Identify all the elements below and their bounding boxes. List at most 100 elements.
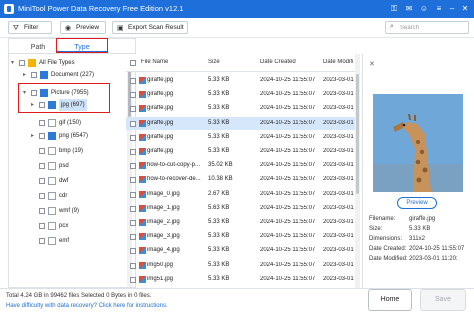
minimize-icon[interactable]: – bbox=[446, 3, 458, 15]
tree-item-label: All File Types bbox=[39, 60, 75, 66]
tree-checkbox[interactable] bbox=[39, 163, 45, 169]
table-row[interactable]: img50.jpg 5.33 KB 2024-10-25 11:55:07 2023-… bbox=[126, 259, 356, 272]
table-row[interactable]: giraffe.jpg 5.33 KB 2024-10-25 11:55:07 202… bbox=[126, 116, 356, 130]
home-button[interactable]: Home bbox=[368, 289, 412, 311]
expand-arrow-icon[interactable]: ▾ bbox=[23, 87, 29, 99]
row-checkbox[interactable] bbox=[130, 276, 136, 283]
tree-checkbox[interactable] bbox=[31, 90, 37, 96]
tab-path[interactable]: Path bbox=[13, 42, 63, 53]
filter-button[interactable]: ⛛ Filter bbox=[8, 21, 52, 34]
table-row[interactable]: image_2.jpg 5.33 KB 2024-10-25 11:55:07 202… bbox=[126, 216, 356, 229]
tree-item-label: jpg (697) bbox=[59, 99, 87, 111]
preview-button[interactable]: ◉ Preview bbox=[60, 21, 106, 34]
table-row[interactable]: giraffe.jpg 5.33 KB 2024-10-25 11:55:07 202… bbox=[126, 102, 356, 115]
row-checkbox[interactable] bbox=[130, 163, 136, 170]
table-row[interactable]: giraffe.jpg 5.33 KB 2024-10-25 11:55:07 202… bbox=[126, 145, 356, 158]
giraffe-preview-image bbox=[373, 94, 463, 192]
table-row[interactable]: how-to-cut-copy-p... 35.02 KB 2024-10-25 1… bbox=[126, 159, 356, 172]
row-checkbox[interactable] bbox=[130, 92, 136, 99]
tree-checkbox[interactable] bbox=[39, 133, 45, 139]
date-modified-cell: 2023-03-01 bbox=[323, 275, 354, 282]
preview-button-small[interactable]: Preview bbox=[397, 197, 437, 209]
file-size-cell: 5.63 KB bbox=[208, 204, 230, 211]
table-row[interactable]: img51.jpg 5.33 KB 2024-10-25 11:55:07 2023-… bbox=[126, 273, 356, 286]
file-icon bbox=[48, 177, 56, 185]
row-checkbox[interactable] bbox=[130, 106, 136, 113]
table-row[interactable]: image_1.jpg 5.63 KB 2024-10-25 11:55:07 202… bbox=[126, 202, 356, 215]
collapse-arrow-icon[interactable]: ▸ bbox=[23, 69, 29, 81]
table-row[interactable]: giraffe.jpg 5.33 KB 2024-10-25 11:55:07 202… bbox=[126, 88, 356, 101]
tree-checkbox[interactable] bbox=[31, 72, 37, 78]
date-modified-cell: 2023-03-01 bbox=[323, 77, 354, 83]
file-size-cell: 10.38 KB bbox=[208, 176, 233, 183]
file-list-scroll-thumb[interactable] bbox=[356, 74, 359, 194]
row-checkbox[interactable] bbox=[130, 177, 136, 184]
row-checkbox[interactable] bbox=[130, 248, 136, 255]
row-checkbox[interactable] bbox=[130, 149, 136, 155]
tab-type[interactable]: Type bbox=[57, 42, 107, 53]
mail-icon[interactable]: ✉ bbox=[403, 3, 415, 15]
table-row[interactable]: giraffe.jpg 5.33 KB 2024-10-25 11:55:07 202… bbox=[126, 74, 356, 87]
category-pane: Path Type ▾ All File Types ▸ Document (227)… bbox=[8, 38, 136, 288]
header-size[interactable]: Size bbox=[208, 59, 220, 65]
date-created-cell: 2024-10-25 11:55:07 bbox=[260, 261, 316, 268]
export-scan-result-button[interactable]: ▣ Export Scan Result bbox=[112, 21, 188, 34]
search-input[interactable] bbox=[400, 23, 466, 33]
tree-checkbox[interactable] bbox=[39, 178, 45, 184]
header-date-created[interactable]: Date Created bbox=[260, 59, 296, 65]
file-name-cell: image_4.jpg bbox=[147, 247, 180, 254]
row-checkbox[interactable] bbox=[130, 262, 136, 269]
collapse-arrow-icon[interactable]: ▸ bbox=[31, 99, 37, 111]
table-row[interactable]: giraffe.jpg 5.33 KB 2024-10-25 11:55:07 202… bbox=[126, 131, 356, 144]
file-list-scrollbar[interactable] bbox=[355, 54, 360, 288]
search-box[interactable]: ⌕ bbox=[385, 21, 469, 34]
table-row[interactable]: how-to-recover-de... 10.38 KB 2024-10-25 1… bbox=[126, 173, 356, 186]
row-checkbox[interactable] bbox=[130, 205, 136, 212]
date-modified-cell: 2023-03-01 bbox=[323, 162, 354, 169]
date-created-cell: 2024-10-25 11:55:07 bbox=[260, 105, 316, 112]
table-row[interactable]: image_3.jpg 5.33 KB 2024-10-25 11:55:07 202… bbox=[126, 230, 356, 243]
date-created-cell: 2024-10-25 11:55:07 bbox=[260, 119, 316, 126]
tree-checkbox[interactable] bbox=[39, 148, 45, 154]
file-size-cell: 5.33 KB bbox=[208, 148, 230, 154]
row-checkbox[interactable] bbox=[130, 220, 136, 226]
table-row[interactable]: image_0.jpg 2.67 KB 2024-10-25 11:55:07 202… bbox=[126, 188, 356, 201]
save-button[interactable]: Save bbox=[420, 289, 466, 311]
tree-checkbox[interactable] bbox=[19, 60, 25, 66]
date-created-cell: 2024-10-25 11:55:07 bbox=[260, 190, 316, 197]
file-name-cell: image_3.jpg bbox=[147, 233, 180, 240]
jpg-file-icon bbox=[139, 105, 146, 113]
menu-icon[interactable]: ≡ bbox=[433, 3, 445, 15]
row-checkbox[interactable] bbox=[130, 134, 136, 141]
file-name-cell: giraffe.jpg bbox=[147, 148, 174, 154]
date-created-cell: 2024-10-25 11:55:07 bbox=[260, 133, 316, 140]
export-label: Export Scan Result bbox=[128, 24, 184, 31]
key-icon[interactable]: ⚿ bbox=[388, 3, 400, 15]
detail-value: 311x2 bbox=[409, 236, 425, 242]
tree-checkbox[interactable] bbox=[39, 238, 45, 244]
header-file-name[interactable]: File Name bbox=[141, 59, 168, 65]
collapse-arrow-icon[interactable]: ▸ bbox=[31, 130, 37, 142]
tree-checkbox[interactable] bbox=[39, 223, 45, 229]
expand-arrow-icon[interactable]: ▾ bbox=[11, 57, 17, 69]
select-all-checkbox[interactable] bbox=[130, 60, 136, 66]
tree-checkbox[interactable] bbox=[39, 208, 45, 214]
date-modified-cell: 2023-03-01 bbox=[323, 133, 354, 140]
detail-value: 2023-03-01 11:20: bbox=[409, 256, 458, 262]
row-checkbox[interactable] bbox=[130, 120, 136, 127]
close-icon[interactable]: ✕ bbox=[459, 3, 471, 15]
help-link[interactable]: Have difficulty with data recovery? Clic… bbox=[6, 303, 168, 309]
user-icon[interactable]: ☺ bbox=[418, 3, 430, 15]
row-checkbox[interactable] bbox=[130, 78, 136, 84]
row-checkbox[interactable] bbox=[130, 191, 136, 198]
table-row[interactable]: image_4.jpg 5.33 KB 2024-10-25 11:55:07 202… bbox=[126, 244, 356, 257]
header-date-modified[interactable]: Date Modifi bbox=[323, 59, 356, 65]
png-folder-icon bbox=[48, 132, 56, 140]
file-size-cell: 2.67 KB bbox=[208, 190, 230, 197]
detail-value: 2024-10-25 11:55:07 bbox=[409, 246, 465, 252]
tree-checkbox[interactable] bbox=[39, 102, 45, 108]
tree-checkbox[interactable] bbox=[39, 193, 45, 199]
row-checkbox[interactable] bbox=[130, 234, 136, 241]
tree-checkbox[interactable] bbox=[39, 120, 45, 126]
close-preview-icon[interactable]: ✕ bbox=[369, 60, 375, 68]
